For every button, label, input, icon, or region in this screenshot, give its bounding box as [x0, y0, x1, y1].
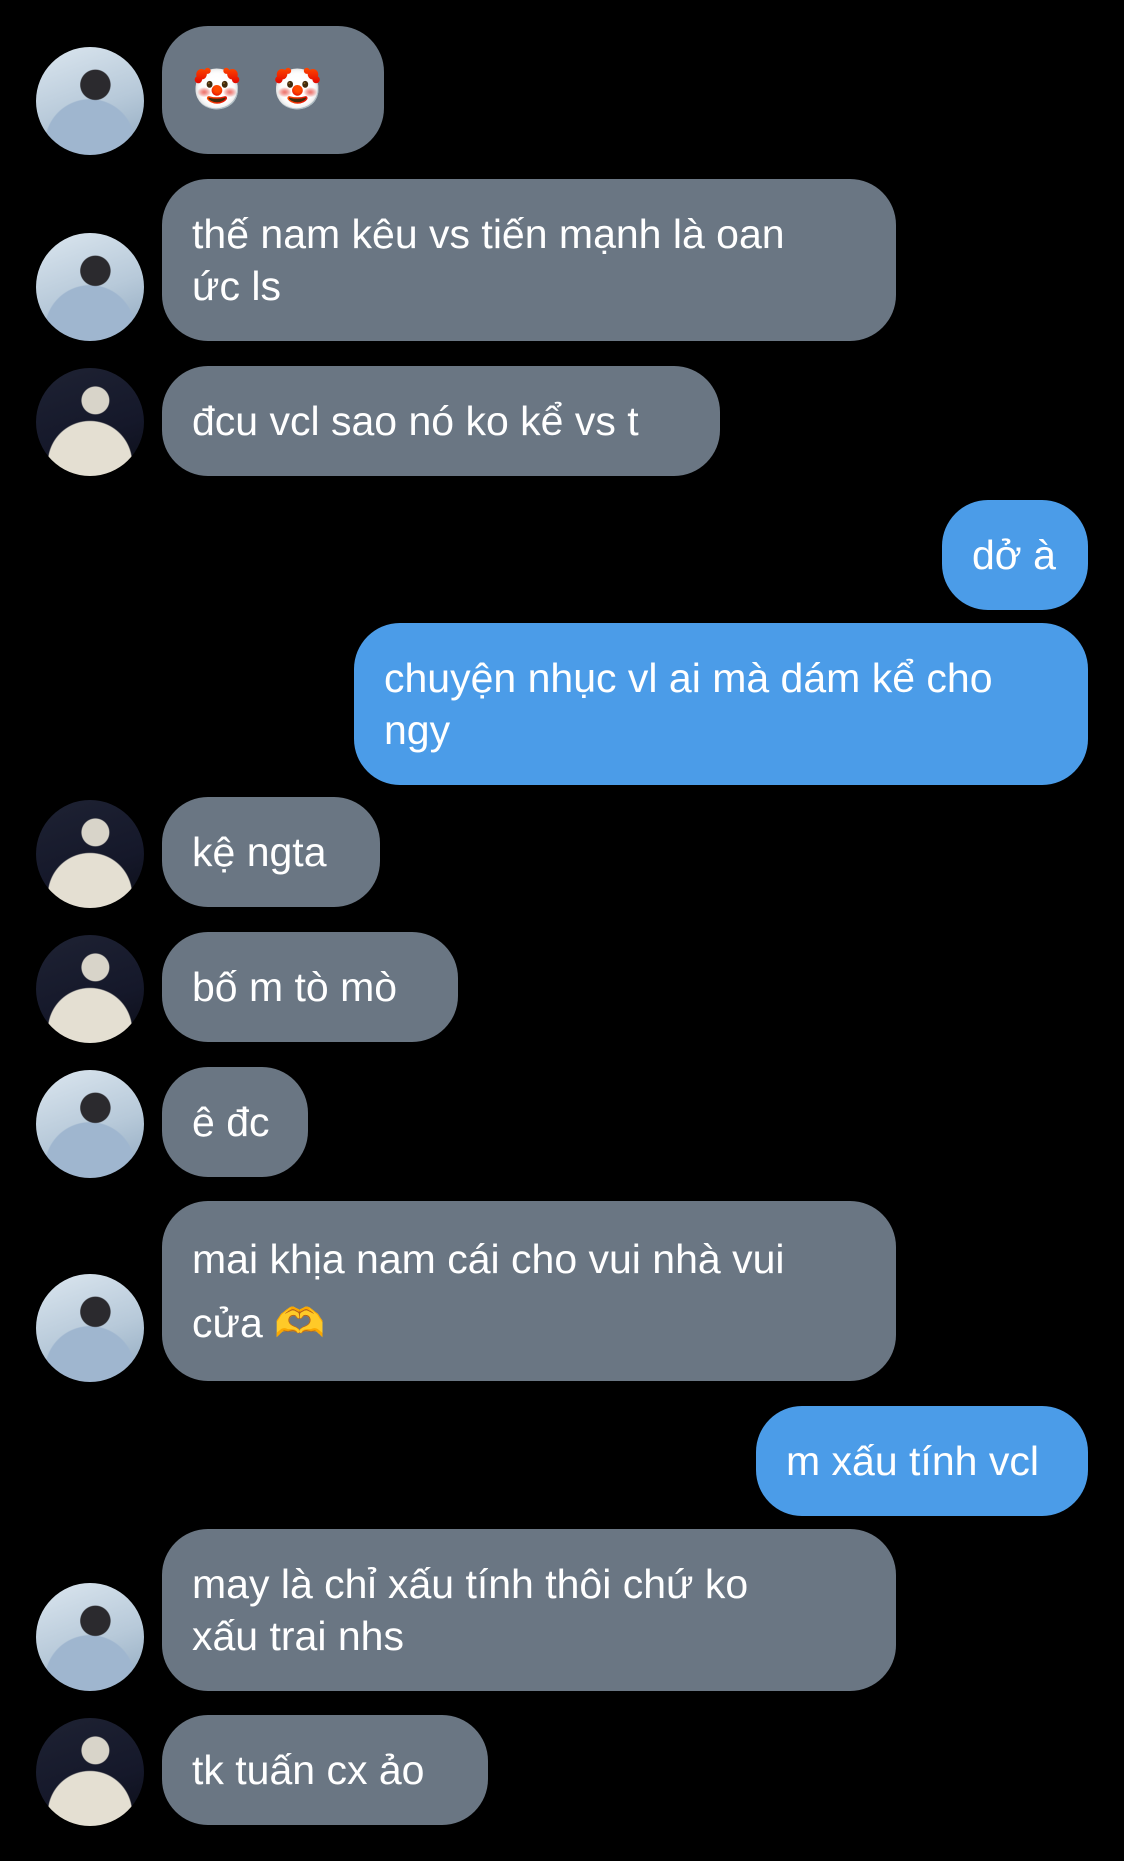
- incoming-message-bubble[interactable]: 🤡 🤡: [162, 26, 384, 154]
- message-text: bố m tò mò: [192, 964, 398, 1010]
- message-text: tk tuấn cx ảo: [192, 1747, 425, 1793]
- message-text: m xấu tính vcl: [786, 1438, 1039, 1484]
- message-text: thế nam kêu vs tiến mạnh là oan ức ls: [192, 211, 785, 309]
- chat-thread[interactable]: 🤡 🤡 thế nam kêu vs tiến mạnh là oan ức l…: [0, 0, 1124, 1861]
- incoming-message-bubble[interactable]: thế nam kêu vs tiến mạnh là oan ức ls: [162, 179, 896, 341]
- message-text: may là chỉ xấu tính thôi chứ ko xấu trai…: [192, 1561, 749, 1659]
- clown-emoji-message: 🤡 🤡: [192, 68, 333, 112]
- message-text: kệ ngta: [192, 829, 327, 875]
- avatar[interactable]: [36, 1583, 144, 1691]
- message-text: dở à: [972, 532, 1056, 578]
- incoming-message-bubble[interactable]: đcu vcl sao nó ko kể vs t: [162, 366, 720, 476]
- avatar[interactable]: [36, 1718, 144, 1826]
- outgoing-message-bubble[interactable]: m xấu tính vcl: [756, 1406, 1088, 1516]
- avatar[interactable]: [36, 47, 144, 155]
- avatar[interactable]: [36, 1070, 144, 1178]
- incoming-message-bubble[interactable]: kệ ngta: [162, 797, 380, 907]
- outgoing-message-bubble[interactable]: chuyện nhục vl ai mà dám kể cho ngy: [354, 623, 1088, 785]
- message-text: mai khịa nam cái cho vui nhà vui cửa 🫶: [192, 1236, 785, 1346]
- avatar[interactable]: [36, 800, 144, 908]
- message-text: đcu vcl sao nó ko kể vs t: [192, 398, 639, 444]
- message-text: ê đc: [192, 1099, 270, 1145]
- incoming-message-bubble[interactable]: tk tuấn cx ảo: [162, 1715, 488, 1825]
- avatar[interactable]: [36, 935, 144, 1043]
- incoming-message-bubble[interactable]: mai khịa nam cái cho vui nhà vui cửa 🫶: [162, 1201, 896, 1381]
- incoming-message-bubble[interactable]: may là chỉ xấu tính thôi chứ ko xấu trai…: [162, 1529, 896, 1691]
- avatar[interactable]: [36, 1274, 144, 1382]
- incoming-message-bubble[interactable]: ê đc: [162, 1067, 308, 1177]
- outgoing-message-bubble[interactable]: dở à: [942, 500, 1088, 610]
- message-text: chuyện nhục vl ai mà dám kể cho ngy: [384, 655, 993, 753]
- incoming-message-bubble[interactable]: bố m tò mò: [162, 932, 458, 1042]
- avatar[interactable]: [36, 368, 144, 476]
- avatar[interactable]: [36, 233, 144, 341]
